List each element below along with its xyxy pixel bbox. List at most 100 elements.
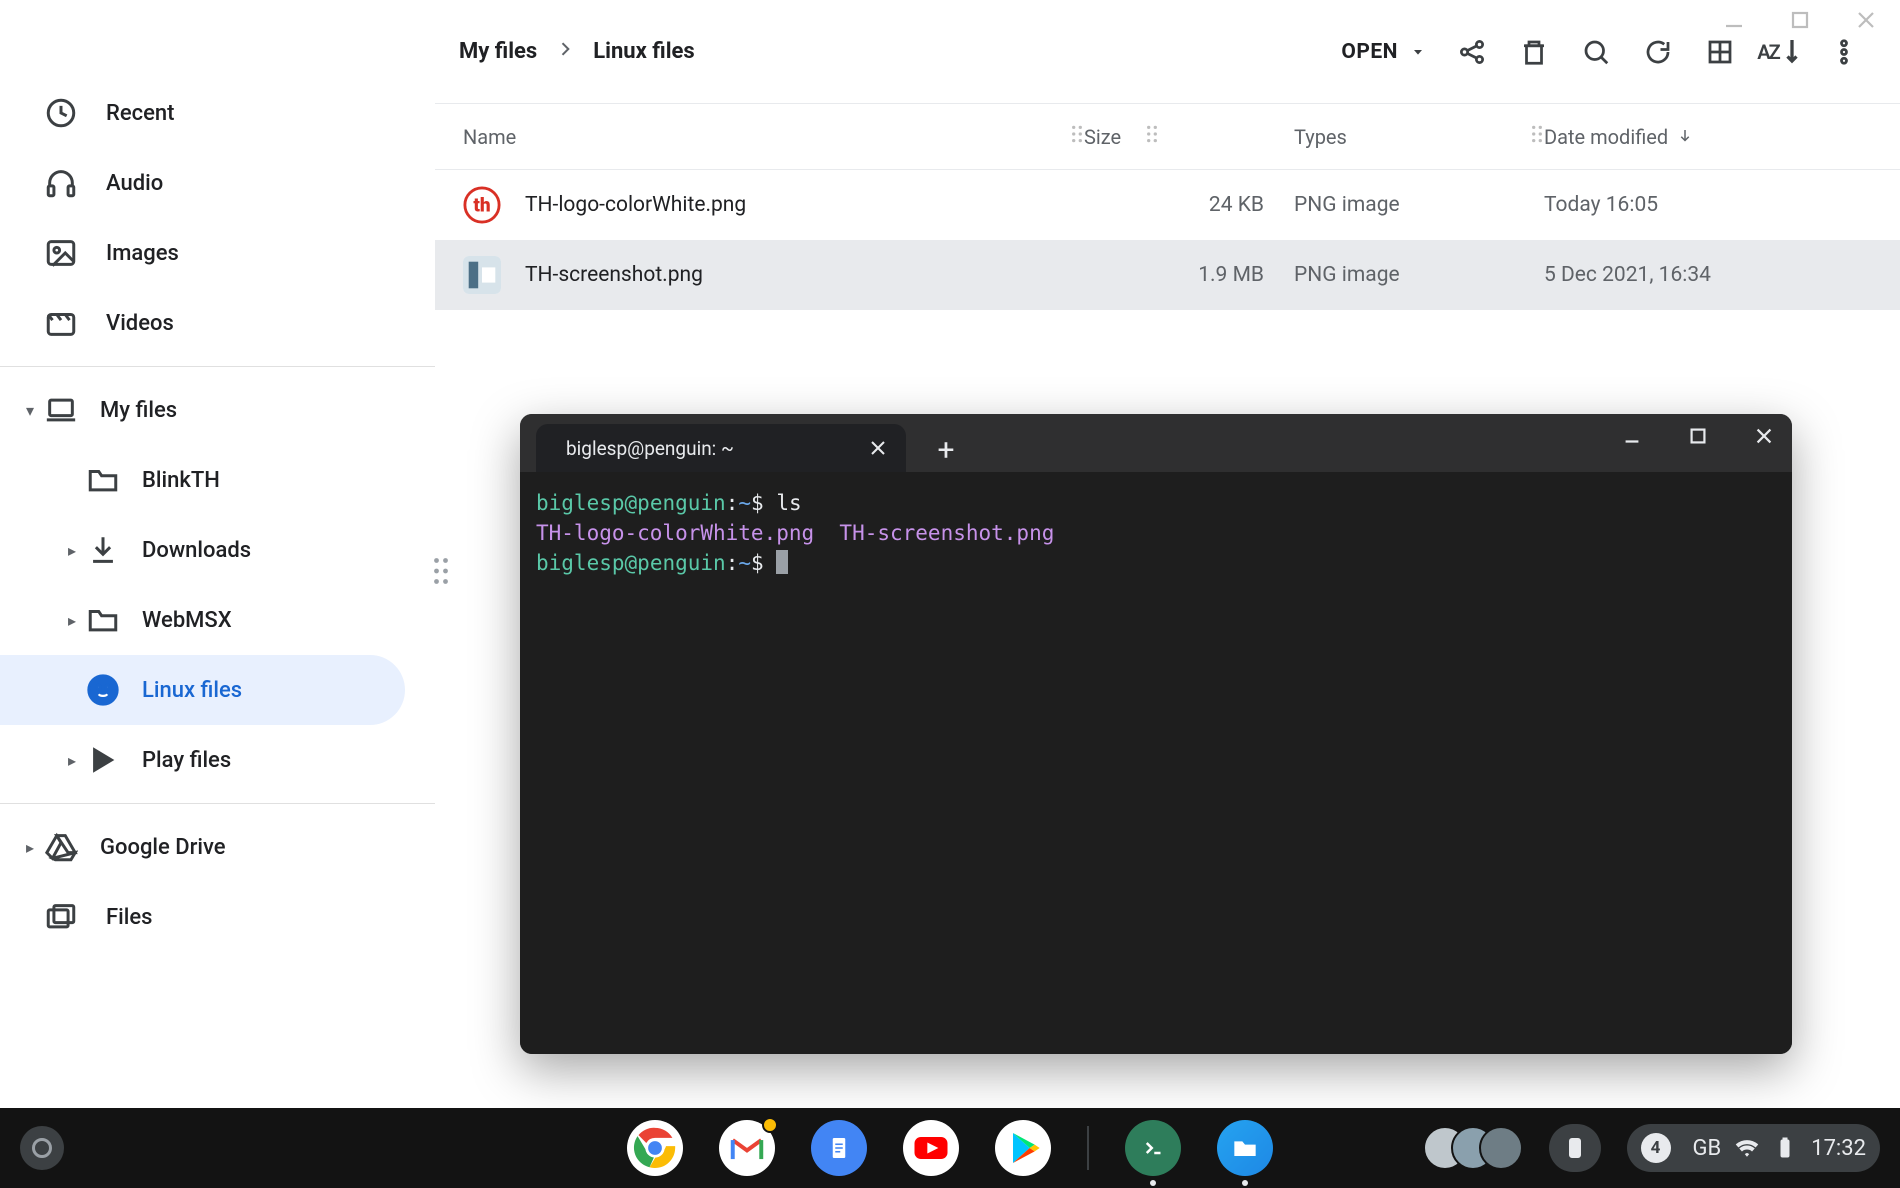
sidebar-item-webmsx[interactable]: ▸ WebMSX [0, 585, 435, 655]
sidebar-item-label: Google Drive [100, 835, 226, 860]
caret-right-icon[interactable]: ▸ [58, 751, 86, 770]
trash-icon[interactable] [1506, 24, 1562, 80]
tab-close-icon[interactable] [868, 438, 888, 458]
file-list-header: Name Size Types Date modified [435, 104, 1900, 170]
terminal-command: ls [776, 491, 801, 515]
ram-label: GB [1693, 1136, 1722, 1161]
refresh-icon[interactable] [1630, 24, 1686, 80]
sidebar-item-files-service[interactable]: Files [0, 882, 435, 952]
image-icon [44, 236, 78, 270]
sidebar-item-videos[interactable]: Videos [0, 288, 435, 358]
app-play-store[interactable] [995, 1120, 1051, 1176]
folder-icon [86, 603, 120, 637]
prompt-user: biglesp [536, 551, 625, 575]
file-size: 1.9 MB [1084, 263, 1294, 287]
running-indicator [1150, 1180, 1156, 1186]
ram-badge: 4 [1641, 1133, 1671, 1163]
sidebar-item-linux-files[interactable]: Linux files [0, 655, 405, 725]
sidebar-item-google-drive[interactable]: ▸ Google Drive [0, 812, 435, 882]
open-button[interactable]: OPEN [1329, 32, 1438, 72]
caret-down-icon[interactable]: ▾ [16, 401, 44, 420]
terminal-body[interactable]: biglesp@penguin:~$ ls TH-logo-colorWhite… [520, 472, 1792, 1054]
clock: 17:32 [1811, 1136, 1866, 1161]
terminal-cursor [776, 550, 788, 574]
launcher-button[interactable] [20, 1126, 64, 1170]
tote-thumb[interactable] [1479, 1126, 1523, 1170]
breadcrumb: My files Linux files [459, 39, 695, 65]
sidebar-item-blinkth[interactable]: BlinkTH [0, 445, 435, 515]
file-row[interactable]: TH-screenshot.png 1.9 MB PNG image 5 Dec… [435, 240, 1900, 310]
sidebar-item-play-files[interactable]: ▸ Play files [0, 725, 435, 795]
sidebar: Recent Audio Images Videos ▾ My files Bl… [0, 0, 435, 1108]
linux-icon [86, 673, 120, 707]
sidebar-item-label: Recent [106, 101, 174, 126]
share-icon[interactable] [1444, 24, 1500, 80]
notification-badge [762, 1117, 778, 1133]
column-name[interactable]: Name [463, 125, 516, 149]
column-size[interactable]: Size [1084, 125, 1121, 149]
sort-az-icon[interactable]: AZ [1754, 24, 1810, 80]
caret-right-icon[interactable]: ▸ [58, 611, 86, 630]
launcher-icon [32, 1138, 52, 1158]
dropdown-caret-icon [1410, 44, 1426, 60]
sidebar-item-label: Audio [106, 171, 163, 196]
app-chrome[interactable] [627, 1120, 683, 1176]
status-tray[interactable]: 4 GB 17:32 [1627, 1124, 1881, 1172]
sidebar-item-recent[interactable]: Recent [0, 78, 435, 148]
caret-right-icon[interactable]: ▸ [58, 541, 86, 560]
folder-icon [86, 463, 120, 497]
sidebar-item-myfiles[interactable]: ▾ My files [0, 375, 435, 445]
sidebar-item-label: BlinkTH [142, 468, 220, 493]
maximize-icon[interactable] [1684, 422, 1712, 450]
app-files[interactable] [1217, 1120, 1273, 1176]
terminal-tab[interactable]: biglesp@penguin: ~ [536, 424, 906, 472]
breadcrumb-myfiles[interactable]: My files [459, 39, 537, 64]
sidebar-item-downloads[interactable]: ▸ Downloads [0, 515, 435, 585]
column-type[interactable]: Types [1294, 125, 1347, 149]
file-size: 24 KB [1084, 193, 1294, 217]
app-gmail[interactable] [719, 1120, 775, 1176]
file-type: PNG image [1294, 193, 1544, 217]
more-vert-icon[interactable] [1816, 24, 1872, 80]
sidebar-item-label: Play files [142, 748, 231, 773]
terminal-window[interactable]: biglesp@penguin: ~ + biglesp@penguin:~$ … [520, 414, 1792, 1054]
file-row[interactable]: th TH-logo-colorWhite.png 24 KB PNG imag… [435, 170, 1900, 240]
phone-hub-button[interactable] [1549, 1124, 1601, 1172]
download-icon [86, 533, 120, 567]
column-resize-icon[interactable] [1070, 123, 1084, 150]
movie-icon [44, 306, 78, 340]
sidebar-item-audio[interactable]: Audio [0, 148, 435, 218]
sidebar-item-label: Linux files [142, 678, 242, 703]
chevron-right-icon [555, 39, 575, 65]
shelf-status-area[interactable]: 4 GB 17:32 [1423, 1124, 1881, 1172]
new-tab-button[interactable]: + [924, 428, 968, 472]
svg-text:th: th [473, 194, 490, 217]
terminal-output: TH-logo-colorWhite.png TH-screenshot.png [536, 521, 1054, 545]
sort-desc-icon[interactable] [1676, 126, 1694, 150]
app-youtube[interactable] [903, 1120, 959, 1176]
terminal-titlebar[interactable]: biglesp@penguin: ~ + [520, 414, 1792, 472]
file-name: TH-logo-colorWhite.png [525, 193, 746, 217]
wifi-icon [1735, 1136, 1759, 1160]
sidebar-item-label: Files [106, 905, 152, 930]
app-terminal[interactable] [1125, 1120, 1181, 1176]
sidebar-item-images[interactable]: Images [0, 218, 435, 288]
minimize-icon[interactable] [1618, 422, 1646, 450]
sidebar-item-label: Images [106, 241, 179, 266]
column-resize-icon[interactable] [1145, 123, 1159, 150]
column-date[interactable]: Date modified [1544, 125, 1668, 149]
battery-icon [1773, 1136, 1797, 1160]
column-resize-icon[interactable] [1530, 123, 1544, 150]
prompt-host: penguin [637, 551, 726, 575]
play-store-icon [86, 743, 120, 777]
tote-recent-thumbnails[interactable] [1423, 1126, 1523, 1170]
grid-view-icon[interactable] [1692, 24, 1748, 80]
search-icon[interactable] [1568, 24, 1624, 80]
file-date: Today 16:05 [1544, 193, 1864, 217]
terminal-tab-title: biglesp@penguin: ~ [566, 437, 734, 460]
sidebar-item-label: My files [100, 398, 177, 423]
close-icon[interactable] [1750, 422, 1778, 450]
caret-right-icon[interactable]: ▸ [16, 838, 44, 857]
app-docs[interactable] [811, 1120, 867, 1176]
breadcrumb-current[interactable]: Linux files [593, 39, 694, 64]
